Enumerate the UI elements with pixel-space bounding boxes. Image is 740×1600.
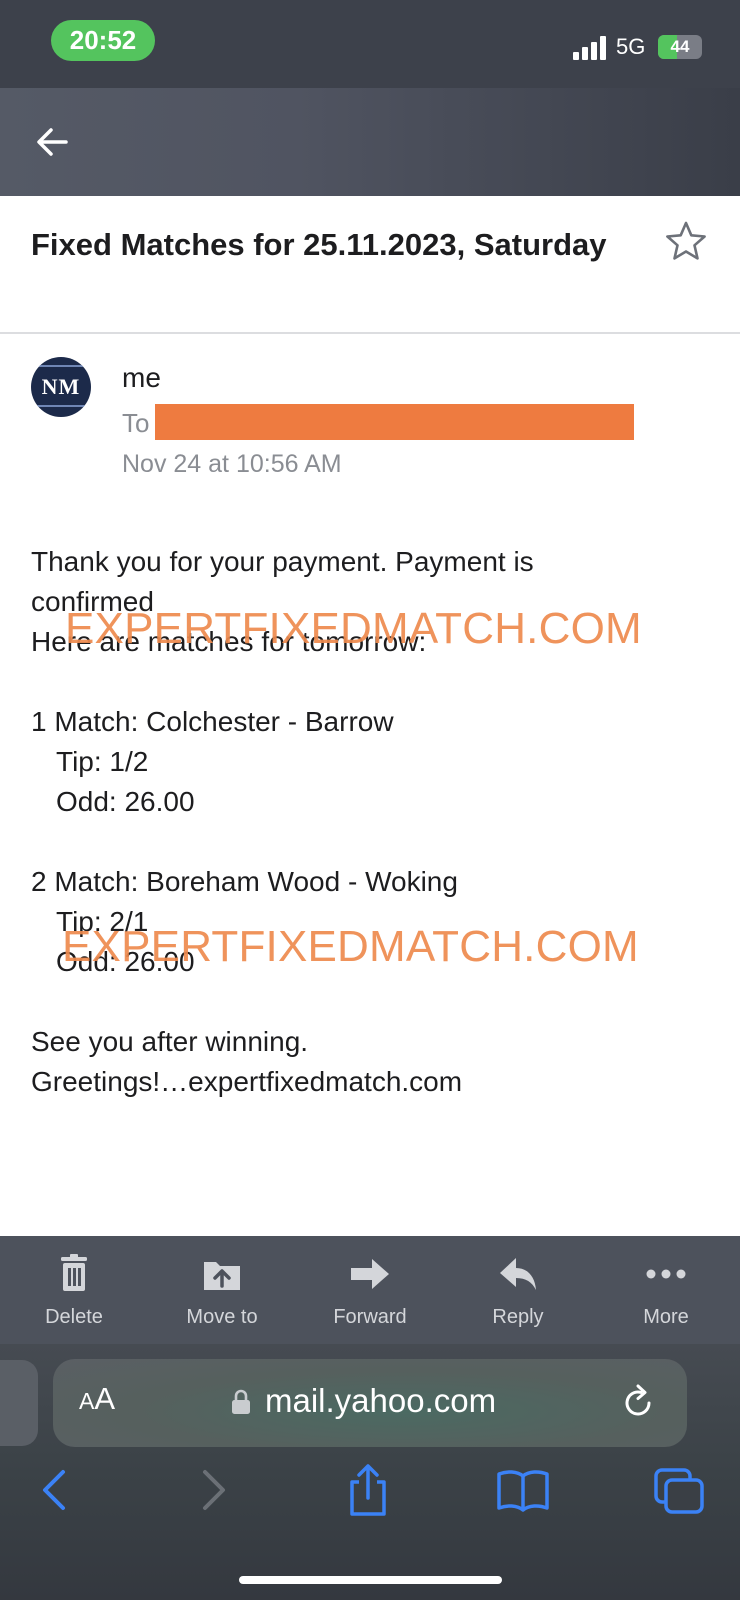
forward-label: Forward: [333, 1306, 407, 1328]
move-to-label: Move to: [186, 1306, 258, 1328]
bookmarks-button[interactable]: [494, 1462, 552, 1518]
share-button[interactable]: [339, 1462, 397, 1518]
browser-forward-button[interactable]: [184, 1462, 242, 1518]
body-line: Thank you for your payment. Payment is: [31, 546, 534, 577]
book-icon: [497, 1470, 549, 1512]
mail-action-toolbar: Delete Move to Forward Reply More: [0, 1236, 740, 1344]
match-odd: Odd: 26.00: [56, 786, 195, 817]
match-title: 1 Match: Colchester - Barrow: [31, 706, 394, 737]
watermark-text: EXPERTFIXEDMATCH.COM: [65, 604, 642, 653]
cellular-signal-icon: [573, 36, 609, 60]
email-subject: Fixed Matches for 25.11.2023, Saturday: [31, 227, 607, 262]
reply-arrow-icon: [500, 1258, 536, 1290]
subject-divider: [0, 332, 740, 334]
share-icon: [350, 1464, 386, 1516]
star-button[interactable]: [663, 219, 709, 265]
forward-button[interactable]: Forward: [296, 1236, 444, 1344]
tabs-button[interactable]: [650, 1462, 708, 1518]
avatar-stripe: [31, 405, 91, 407]
aa-small: A: [79, 1388, 95, 1414]
browser-toolbar: AA mail.yahoo.com: [0, 1344, 740, 1600]
reply-button[interactable]: Reply: [444, 1236, 592, 1344]
previous-tab-peek[interactable]: [0, 1360, 38, 1446]
delete-button[interactable]: Delete: [0, 1236, 148, 1344]
chevron-left-icon: [43, 1470, 65, 1510]
browser-back-button[interactable]: [26, 1462, 84, 1518]
home-indicator[interactable]: [239, 1576, 502, 1584]
star-outline-icon: [666, 221, 706, 260]
avatar-stripe: [31, 365, 91, 367]
more-label: More: [643, 1306, 689, 1328]
closing-line: See you after winning.: [31, 1026, 309, 1057]
arrow-left-icon: [37, 128, 68, 156]
email-date: Nov 24 at 10:56 AM: [122, 450, 342, 478]
more-dots-icon: [646, 1269, 686, 1279]
chevron-right-icon: [203, 1470, 225, 1510]
reply-label: Reply: [492, 1306, 544, 1328]
aa-big: A: [94, 1381, 116, 1416]
sender-avatar[interactable]: NM: [31, 357, 91, 417]
url-text[interactable]: mail.yahoo.com: [265, 1382, 496, 1420]
back-button[interactable]: [30, 122, 74, 162]
email-header-bar: [0, 88, 740, 196]
reload-icon[interactable]: [619, 1383, 657, 1423]
forward-arrow-icon: [351, 1259, 389, 1289]
address-bar[interactable]: AA mail.yahoo.com: [53, 1359, 687, 1447]
more-button[interactable]: More: [592, 1236, 740, 1344]
battery-level: 44: [670, 37, 690, 56]
recipient-redaction: [155, 404, 634, 440]
network-type: 5G: [616, 34, 646, 59]
closing-link[interactable]: Greetings!…expertfixedmatch.com: [31, 1066, 462, 1098]
avatar-initials: NM: [41, 374, 81, 399]
lock-icon: [232, 1389, 250, 1414]
folder-move-icon: [204, 1262, 240, 1290]
watermark-text: EXPERTFIXEDMATCH.COM: [62, 922, 639, 971]
sender-name[interactable]: me: [122, 362, 161, 394]
recipient-to-label: To: [122, 408, 150, 438]
battery-icon: 44: [658, 35, 702, 59]
match-tip: Tip: 1/2: [56, 746, 149, 777]
move-to-button[interactable]: Move to: [148, 1236, 296, 1344]
delete-label: Delete: [45, 1306, 103, 1328]
status-bar: 20:52 5G 44: [0, 0, 740, 88]
trash-icon: [61, 1254, 87, 1291]
reader-text-size-button[interactable]: AA: [79, 1381, 135, 1425]
match-title: 2 Match: Boreham Wood - Woking: [31, 866, 458, 897]
tabs-icon: [654, 1468, 704, 1514]
status-time: 20:52: [51, 20, 155, 61]
